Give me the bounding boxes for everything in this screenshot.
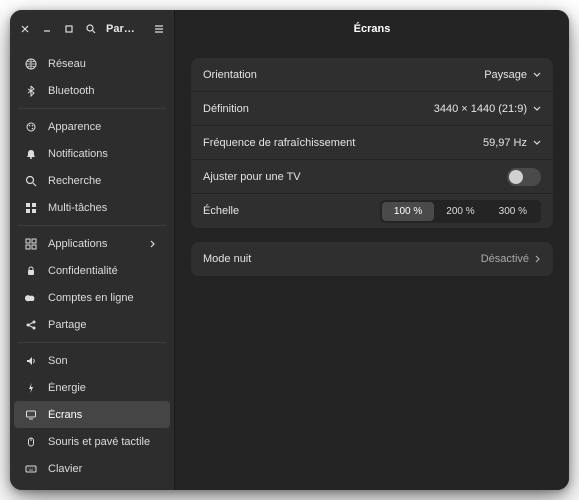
sidebar-item-mouse[interactable]: Souris et pavé tactile — [14, 428, 170, 455]
sidebar-item-label: Souris et pavé tactile — [48, 436, 160, 448]
sidebar-item-power[interactable]: Énergie — [14, 374, 170, 401]
separator — [18, 342, 166, 343]
sidebar-item-privacy[interactable]: Confidentialité — [14, 257, 170, 284]
mouse-icon — [24, 435, 38, 449]
search-button[interactable] — [82, 20, 100, 38]
sidebar-item-label: Notifications — [48, 148, 160, 160]
scale-row: Échelle 100 %200 %300 % — [191, 194, 553, 228]
displays-icon — [24, 408, 38, 422]
separator — [18, 225, 166, 226]
resolution-label: Définition — [203, 103, 434, 115]
bluetooth-icon — [24, 84, 38, 98]
sidebar-item-search[interactable]: Recherche — [14, 167, 170, 194]
privacy-icon — [24, 264, 38, 278]
sidebar-item-sound[interactable]: Son — [14, 347, 170, 374]
sidebar-item-label: Recherche — [48, 175, 160, 187]
sidebar-item-bluetooth[interactable]: Bluetooth — [14, 77, 170, 104]
display-settings-group: Orientation Paysage Définition 3440 × 14… — [191, 58, 553, 228]
tv-adjust-row: Ajuster pour une TV — [191, 160, 553, 194]
sidebar-item-printers[interactable]: Imprimantes — [14, 482, 170, 490]
sidebar-item-label: Imprimantes — [48, 490, 160, 491]
refresh-label: Fréquence de rafraîchissement — [203, 137, 483, 149]
refresh-value: 59,97 Hz — [483, 137, 527, 149]
network-icon — [24, 57, 38, 71]
sidebar-item-label: Son — [48, 355, 160, 367]
sidebar-item-label: Multi-tâches — [48, 202, 160, 214]
orientation-value: Paysage — [484, 69, 527, 81]
sidebar-item-label: Écrans — [48, 409, 160, 421]
sidebar-title: Par… — [106, 23, 146, 35]
sidebar-item-label: Réseau — [48, 58, 160, 70]
content: Orientation Paysage Définition 3440 × 14… — [175, 48, 569, 286]
applications-icon — [24, 237, 38, 251]
sidebar-item-notifications[interactable]: Notifications — [14, 140, 170, 167]
main-panel: Écrans Orientation Paysage Définition 34… — [175, 10, 569, 490]
sidebar-item-label: Apparence — [48, 121, 160, 133]
multitask-icon — [24, 201, 38, 215]
sidebar-item-multitask[interactable]: Multi-tâches — [14, 194, 170, 221]
scale-option-1[interactable]: 200 % — [434, 202, 486, 221]
scale-segmented: 100 %200 %300 % — [380, 200, 541, 223]
maximize-button[interactable] — [60, 20, 78, 38]
resolution-row[interactable]: Définition 3440 × 1440 (21:9) — [191, 92, 553, 126]
sidebar-item-applications[interactable]: Applications — [14, 230, 170, 257]
refresh-row[interactable]: Fréquence de rafraîchissement 59,97 Hz — [191, 126, 553, 160]
power-icon — [24, 381, 38, 395]
sidebar-list: Réseau Bluetooth Apparence Notifications Rec… — [10, 48, 174, 490]
notifications-icon — [24, 147, 38, 161]
separator — [18, 108, 166, 109]
search-icon — [24, 174, 38, 188]
appearance-icon — [24, 120, 38, 134]
sidebar-item-label: Clavier — [48, 463, 160, 475]
sidebar-item-label: Bluetooth — [48, 85, 160, 97]
night-mode-value: Désactivé — [481, 253, 529, 265]
printers-icon — [24, 489, 38, 491]
night-mode-row[interactable]: Mode nuit Désactivé — [191, 242, 553, 276]
tv-adjust-switch[interactable] — [507, 168, 541, 186]
chevron-right-icon — [150, 240, 160, 248]
settings-window: Par… Réseau Bluetooth Apparence Notificatio… — [10, 10, 569, 490]
close-button[interactable] — [16, 20, 34, 38]
sidebar-item-label: Partage — [48, 319, 160, 331]
sidebar-item-displays[interactable]: Écrans — [14, 401, 170, 428]
sidebar-item-appearance[interactable]: Apparence — [14, 113, 170, 140]
online-icon — [24, 291, 38, 305]
sidebar: Par… Réseau Bluetooth Apparence Notificatio… — [10, 10, 175, 490]
sidebar-item-network[interactable]: Réseau — [14, 50, 170, 77]
menu-button[interactable] — [150, 20, 168, 38]
sidebar-item-label: Applications — [48, 238, 140, 250]
chevron-right-icon — [535, 255, 541, 263]
sharing-icon — [24, 318, 38, 332]
sidebar-header: Par… — [10, 10, 174, 48]
sidebar-item-sharing[interactable]: Partage — [14, 311, 170, 338]
chevron-down-icon — [533, 106, 541, 112]
orientation-label: Orientation — [203, 69, 484, 81]
night-group: Mode nuit Désactivé — [191, 242, 553, 276]
sidebar-item-keyboard[interactable]: Clavier — [14, 455, 170, 482]
scale-option-2[interactable]: 300 % — [487, 202, 539, 221]
sidebar-item-online[interactable]: Comptes en ligne — [14, 284, 170, 311]
minimize-button[interactable] — [38, 20, 56, 38]
scale-label: Échelle — [203, 205, 380, 217]
orientation-row[interactable]: Orientation Paysage — [191, 58, 553, 92]
sound-icon — [24, 354, 38, 368]
resolution-value: 3440 × 1440 (21:9) — [434, 103, 527, 115]
chevron-down-icon — [533, 140, 541, 146]
tv-adjust-label: Ajuster pour une TV — [203, 171, 507, 183]
sidebar-item-label: Confidentialité — [48, 265, 160, 277]
scale-option-0[interactable]: 100 % — [382, 202, 434, 221]
keyboard-icon — [24, 462, 38, 476]
sidebar-item-label: Énergie — [48, 382, 160, 394]
night-mode-label: Mode nuit — [203, 253, 481, 265]
chevron-down-icon — [533, 72, 541, 78]
page-title: Écrans — [175, 10, 569, 48]
sidebar-item-label: Comptes en ligne — [48, 292, 160, 304]
